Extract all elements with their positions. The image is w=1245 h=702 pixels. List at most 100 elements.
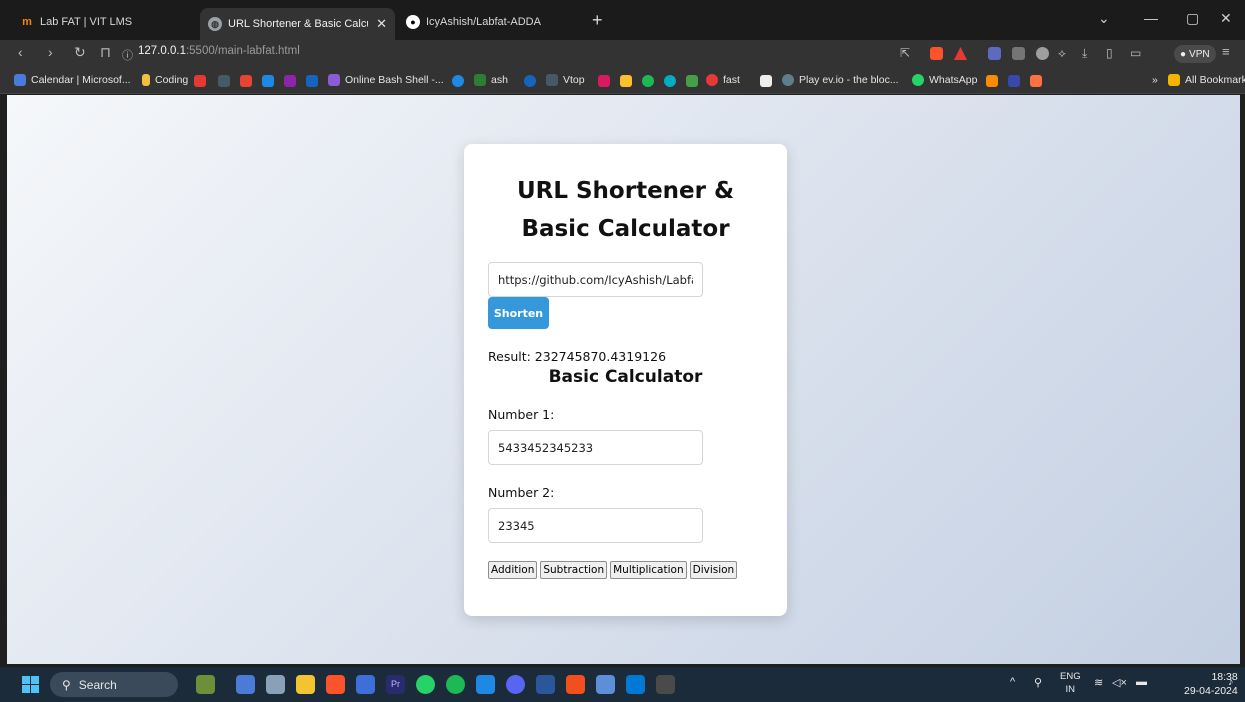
whatsapp-icon[interactable] — [416, 675, 435, 694]
play-icon[interactable] — [306, 75, 318, 87]
bookmark-site-icon[interactable] — [524, 75, 536, 87]
tab-url-shortener[interactable]: ◍ URL Shortener & Basic Calculato ✕ — [200, 8, 395, 40]
file-explorer-icon[interactable] — [296, 675, 315, 694]
bookmark-fast[interactable]: fast — [706, 74, 740, 86]
notification-bell-icon[interactable]: ♪ — [1228, 676, 1234, 688]
taskbar-search[interactable]: ⚲ Search — [50, 672, 178, 697]
bookmark-label: ash — [491, 74, 508, 86]
vscode-icon[interactable] — [626, 675, 645, 694]
bookmark-online-bash[interactable]: Online Bash Shell -... — [328, 74, 444, 86]
tab-search-chevron-icon[interactable]: ⌄ — [1098, 10, 1110, 27]
globe-icon — [782, 74, 794, 86]
terminal-icon[interactable] — [656, 675, 675, 694]
extension-icon[interactable] — [988, 47, 1001, 60]
bookmark-site-icon[interactable] — [664, 75, 676, 87]
multiplication-button[interactable]: Multiplication — [610, 561, 687, 579]
amazon-icon[interactable] — [760, 75, 772, 87]
r-icon[interactable] — [218, 75, 230, 87]
instagram-icon[interactable] — [598, 75, 610, 87]
maximize-icon[interactable]: ▢ — [1186, 10, 1199, 27]
share-icon[interactable]: ⇱ — [900, 46, 910, 60]
bookmark-icon[interactable]: ⊓ — [100, 44, 111, 61]
forward-icon[interactable]: › — [48, 44, 53, 60]
sidebar-icon[interactable]: ▯ — [1106, 46, 1113, 60]
figma-icon[interactable] — [566, 675, 585, 694]
forms-icon[interactable] — [262, 75, 274, 87]
tab-github[interactable]: ● IcyAshish/Labfat-ADDA — [398, 8, 588, 36]
app-icon[interactable] — [236, 675, 255, 694]
app-card: URL Shortener & Basic Calculator Shorten… — [464, 144, 787, 616]
word-icon[interactable] — [536, 675, 555, 694]
minimize-icon[interactable]: — — [1144, 10, 1158, 26]
wifi-icon[interactable]: ≋ — [1094, 676, 1103, 689]
search-label: Search — [78, 677, 117, 692]
premiere-icon[interactable]: Pr — [386, 675, 405, 694]
vpn-button[interactable]: ● VPN — [1174, 45, 1216, 63]
bookmark-coding[interactable]: Coding — [142, 74, 188, 86]
address-path: :5500/main-labfat.html — [185, 45, 300, 57]
discord-icon[interactable] — [506, 675, 525, 694]
bookmark-ash[interactable]: ash — [474, 74, 508, 86]
division-button[interactable]: Division — [689, 561, 738, 579]
volume-icon[interactable]: ◁× — [1112, 676, 1127, 689]
tab-label: Lab FAT | VIT LMS — [40, 16, 133, 28]
all-bookmarks[interactable]: All Bookmarks — [1168, 74, 1245, 86]
bookmark-site-icon[interactable] — [986, 75, 998, 87]
shorten-button[interactable]: Shorten — [488, 297, 549, 329]
bookmark-site-icon[interactable] — [1030, 75, 1042, 87]
udemy-icon[interactable] — [284, 75, 296, 87]
windows-start-icon[interactable] — [22, 676, 39, 693]
bookmark-label: Calendar | Microsof... — [31, 74, 131, 86]
widgets-icon[interactable] — [196, 675, 215, 694]
photos-icon[interactable] — [596, 675, 615, 694]
number2-input[interactable] — [488, 508, 703, 543]
new-tab-button[interactable]: + — [592, 10, 603, 31]
task-view-icon[interactable] — [266, 675, 285, 694]
vpn-dot-icon: ● — [1180, 48, 1187, 60]
number1-input[interactable] — [488, 430, 703, 465]
spotify-icon[interactable] — [642, 75, 654, 87]
bookmark-site-icon[interactable] — [1008, 75, 1020, 87]
wallet-icon[interactable]: ▭ — [1130, 46, 1141, 60]
tab-lab-fat[interactable]: m Lab FAT | VIT LMS — [12, 8, 192, 36]
address-bar[interactable]: 127.0.0.1:5500/main-labfat.html — [138, 45, 300, 57]
url-input[interactable] — [488, 262, 703, 297]
bookmarks-overflow[interactable]: » — [1152, 74, 1158, 86]
close-tab-icon[interactable]: ✕ — [376, 16, 387, 32]
bookmark-site-icon[interactable] — [686, 75, 698, 87]
bookmark-site-icon[interactable] — [620, 75, 632, 87]
extensions-puzzle-icon[interactable]: ⟡ — [1058, 46, 1066, 61]
extension-icon[interactable] — [1036, 47, 1049, 60]
dribbble-icon[interactable] — [452, 75, 464, 87]
window-close-icon[interactable]: ✕ — [1220, 10, 1232, 27]
number2-label: Number 2: — [488, 485, 555, 500]
subtraction-button[interactable]: Subtraction — [540, 561, 608, 579]
download-icon[interactable]: ⤓ — [1082, 46, 1087, 61]
number1-label: Number 1: — [488, 407, 555, 422]
addition-button[interactable]: Addition — [488, 561, 538, 579]
bookmark-vtop[interactable]: Vtop — [546, 74, 585, 86]
youtube-icon[interactable] — [194, 75, 206, 87]
bookmark-label: Vtop — [563, 74, 585, 86]
gmail-icon[interactable] — [240, 75, 252, 87]
brave-shields-icon[interactable] — [930, 47, 943, 60]
spotify-icon[interactable] — [446, 675, 465, 694]
reload-icon[interactable]: ↻ — [74, 44, 86, 61]
bookmark-whatsapp[interactable]: WhatsApp — [912, 74, 977, 86]
microphone-icon[interactable]: ⚲ — [1034, 676, 1042, 689]
github-icon: ● — [406, 15, 420, 29]
brave-rewards-icon[interactable] — [954, 47, 967, 60]
bookmark-label: Online Bash Shell -... — [345, 74, 444, 86]
back-icon[interactable]: ‹ — [18, 44, 23, 60]
app-l-icon[interactable] — [476, 675, 495, 694]
bookmark-calendar[interactable]: Calendar | Microsof... — [14, 74, 131, 86]
menu-icon[interactable]: ≡ — [1222, 44, 1230, 59]
brave-icon[interactable] — [326, 675, 345, 694]
site-info-icon[interactable]: ⓘ — [122, 47, 133, 63]
extension-icon[interactable] — [1012, 47, 1025, 60]
language-indicator[interactable]: ENG IN — [1060, 670, 1081, 696]
battery-icon[interactable]: ▬ — [1136, 676, 1147, 688]
bookmark-play-evio[interactable]: Play ev.io - the bloc... — [782, 74, 899, 86]
tray-chevron-icon[interactable]: ^ — [1010, 676, 1015, 688]
store-icon[interactable] — [356, 675, 375, 694]
